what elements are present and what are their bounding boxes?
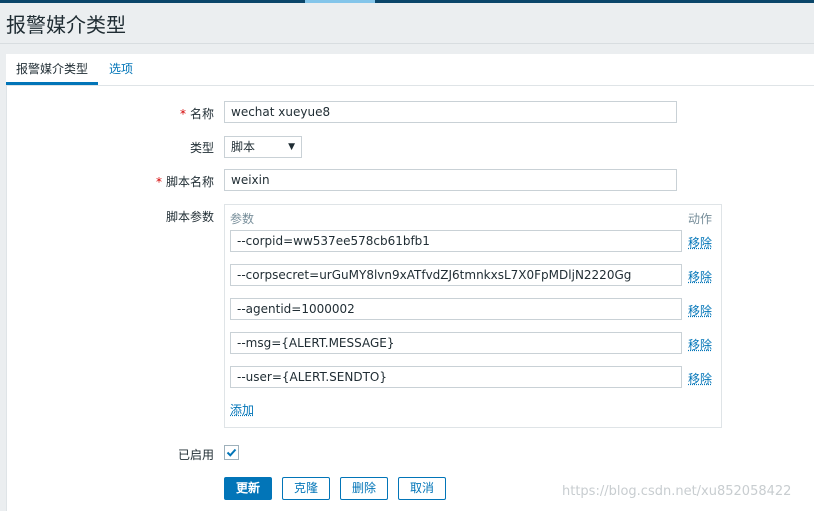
remove-param-5-link[interactable]: 移除 — [688, 370, 712, 387]
param-input-4[interactable]: --msg={ALERT.MESSAGE} — [230, 332, 682, 354]
script-params-label: 脚本参数 — [165, 210, 214, 224]
name-label: * 名称 — [179, 107, 214, 121]
script-name-label: * 脚本名称 — [155, 175, 214, 189]
cancel-button[interactable]: 取消 — [398, 477, 446, 500]
title-divider — [0, 43, 814, 44]
remove-param-3-link[interactable]: 移除 — [688, 302, 712, 319]
page-title: 报警媒介类型 — [6, 13, 126, 37]
tab-media-type[interactable]: 报警媒介类型 — [6, 54, 98, 85]
script-name-input[interactable]: weixin — [224, 169, 677, 191]
enabled-label: 已启用 — [177, 448, 214, 462]
checkmark-icon — [226, 448, 237, 457]
name-input[interactable]: wechat xueyue8 — [224, 101, 677, 123]
type-select-value: 脚本 — [231, 140, 256, 154]
remove-param-4-link[interactable]: 移除 — [688, 336, 712, 353]
param-input-5[interactable]: --user={ALERT.SENDTO} — [230, 366, 682, 388]
params-header-action: 动作 — [688, 212, 713, 226]
top-header-accent — [305, 0, 375, 3]
delete-button[interactable]: 删除 — [340, 477, 388, 500]
param-input-1[interactable]: --corpid=ww537ee578cb61bfb1 — [230, 230, 682, 252]
dropdown-arrow-icon: ▼ — [288, 142, 295, 152]
required-mark: * — [179, 107, 186, 121]
params-header-param: 参数 — [230, 212, 255, 226]
required-mark: * — [155, 175, 162, 189]
type-label: 类型 — [189, 141, 214, 155]
add-param-link[interactable]: 添加 — [230, 401, 254, 418]
tabs-bar: 报警媒介类型 选项 — [6, 54, 814, 86]
top-header-bar — [0, 0, 814, 3]
update-button[interactable]: 更新 — [224, 477, 272, 500]
enabled-checkbox[interactable] — [224, 445, 239, 460]
watermark: https://blog.csdn.net/xu852058422 — [562, 484, 792, 499]
remove-param-2-link[interactable]: 移除 — [688, 268, 712, 285]
param-input-2[interactable]: --corpsecret=urGuMY8lvn9xATfvdZJ6tmnkxsL… — [230, 264, 682, 286]
tab-options[interactable]: 选项 — [109, 54, 133, 85]
remove-param-1-link[interactable]: 移除 — [688, 234, 712, 251]
type-select[interactable]: 脚本 ▼ — [224, 136, 302, 158]
param-input-3[interactable]: --agentid=1000002 — [230, 298, 682, 320]
clone-button[interactable]: 克隆 — [282, 477, 330, 500]
